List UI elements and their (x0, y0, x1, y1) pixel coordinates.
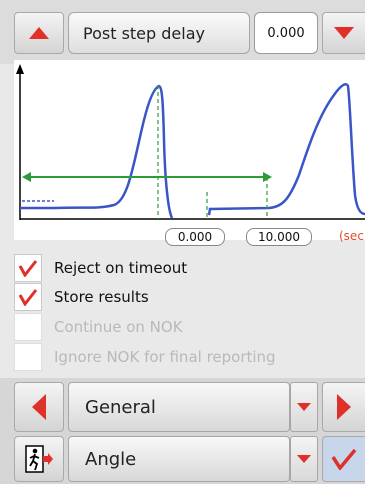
category-dropdown-toggle[interactable] (290, 382, 318, 432)
option-ignore-nok: Ignore NOK for final reporting (14, 343, 276, 371)
checkbox-ignore-nok (14, 343, 42, 371)
exit-running-man-icon (25, 445, 53, 473)
x-start-text: 0.000 (177, 230, 213, 244)
trace-pulse-1 (20, 84, 174, 219)
category-value: General (85, 396, 156, 418)
option-label: Store results (54, 288, 149, 306)
mode-dropdown[interactable]: Angle (68, 436, 290, 482)
option-reject-on-timeout[interactable]: Reject on timeout (14, 254, 187, 282)
checkmark-icon (331, 448, 357, 470)
option-label: Ignore NOK for final reporting (54, 348, 276, 366)
checkmark-icon (18, 289, 38, 306)
parameter-label-text: Post step delay (83, 23, 205, 43)
previous-category-button[interactable] (14, 382, 64, 432)
exit-button[interactable] (14, 436, 64, 482)
checkmark-icon (18, 260, 38, 277)
x-start-value[interactable]: 0.000 (165, 228, 225, 246)
confirm-button[interactable] (322, 436, 365, 482)
parameter-value-text: 0.000 (267, 25, 305, 41)
triangle-down-icon (334, 27, 354, 39)
y-axis-arrow (16, 64, 24, 74)
parameter-value-field[interactable]: 0.000 (254, 12, 318, 54)
mode-value: Angle (85, 448, 137, 470)
option-continue-on-nok: Continue on NOK (14, 313, 183, 341)
arrow-left-icon (32, 394, 46, 420)
arrow-right-icon (337, 394, 351, 420)
chevron-down-icon (297, 455, 311, 463)
trace-pulse-2 (207, 83, 365, 216)
next-category-button[interactable] (322, 382, 365, 432)
delay-span-arrow-left (22, 172, 31, 182)
timing-graph-svg (16, 64, 365, 220)
checkbox-continue-on-nok (14, 313, 42, 341)
mode-dropdown-toggle[interactable] (290, 436, 318, 482)
timing-graph (14, 60, 365, 240)
x-end-text: 10.000 (258, 230, 300, 244)
option-label: Continue on NOK (54, 318, 183, 336)
triangle-up-icon (29, 27, 49, 39)
x-end-value[interactable]: 10.000 (246, 228, 312, 246)
option-store-results[interactable]: Store results (14, 283, 149, 311)
option-label: Reject on timeout (54, 259, 188, 277)
chevron-down-icon (297, 403, 311, 411)
parameter-label[interactable]: Post step delay (68, 12, 250, 54)
scroll-up-button[interactable] (14, 12, 64, 54)
checkbox-reject-on-timeout[interactable] (14, 254, 42, 282)
checkbox-store-results[interactable] (14, 283, 42, 311)
x-unit-label: (sec (339, 229, 364, 243)
scroll-down-button[interactable] (322, 12, 365, 54)
category-dropdown[interactable]: General (68, 382, 290, 432)
